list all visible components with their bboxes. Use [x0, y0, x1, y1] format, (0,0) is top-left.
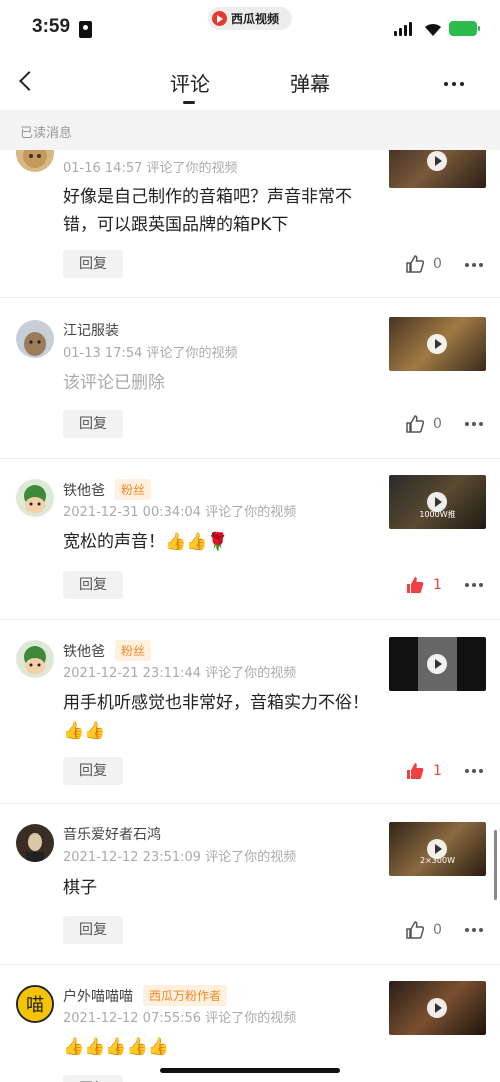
battery-charging-icon: [449, 21, 480, 36]
comment-text: 用手机听感觉也非常好，音箱实力不俗！👍👍: [63, 693, 369, 741]
list-item: 喵 户外喵喵喵 西瓜万粉作者 2021-12-12 07:55:56 评论了你的…: [0, 965, 500, 1082]
read-messages-header: 已读消息: [0, 110, 500, 150]
wifi-icon: [425, 23, 441, 36]
comment-meta: 2021-12-31 00:34:04 评论了你的视频: [63, 505, 297, 520]
avatar[interactable]: [16, 320, 54, 358]
list-item: 铁他爸 粉丝 2021-12-21 23:11:44 评论了你的视频 用手机听感…: [0, 620, 500, 803]
comment-meta: 01-16 14:57 评论了你的视频: [63, 161, 238, 176]
comment-meta: 2021-12-12 23:51:09 评论了你的视频: [63, 850, 297, 865]
fan-badge: 粉丝: [115, 640, 152, 661]
creator-badge: 西瓜万粉作者: [143, 985, 228, 1006]
avatar[interactable]: [16, 150, 54, 172]
reply-button[interactable]: 回复: [63, 410, 123, 438]
more-icon[interactable]: [465, 928, 483, 932]
video-thumbnail[interactable]: 2×300W: [389, 822, 486, 876]
comment-text: 棋子: [63, 878, 97, 898]
video-thumbnail[interactable]: [389, 317, 486, 371]
like-count: 0: [433, 416, 442, 432]
xigua-logo-icon: [212, 11, 227, 26]
back-arrow-icon[interactable]: [19, 71, 39, 91]
thumbnail-caption: 2×300W: [420, 856, 455, 865]
home-indicator[interactable]: [160, 1068, 340, 1073]
username[interactable]: 江记服装: [63, 320, 119, 340]
like-count: 1: [433, 577, 442, 593]
tab-comment[interactable]: 评论: [170, 68, 210, 104]
username[interactable]: 铁他爸: [63, 480, 105, 500]
svg-text:喵: 喵: [26, 995, 44, 1016]
reply-button[interactable]: 回复: [63, 250, 123, 278]
play-icon: [427, 654, 447, 674]
avatar[interactable]: [16, 824, 54, 862]
username[interactable]: 音乐爱好者石鸿: [63, 824, 161, 844]
avatar[interactable]: [16, 479, 54, 517]
comment-meta: 01-13 17:54 评论了你的视频: [63, 346, 238, 361]
like-count: 0: [433, 256, 442, 272]
cellular-signal-icon: [394, 22, 412, 36]
play-icon: [427, 334, 447, 354]
username[interactable]: 铁他爸: [63, 641, 105, 661]
more-icon[interactable]: [465, 769, 483, 773]
thumbs-up-icon: [406, 921, 425, 939]
more-icon[interactable]: [465, 422, 483, 426]
like-button[interactable]: 0: [405, 414, 442, 434]
list-item: 01-16 14:57 评论了你的视频 好像是自己制作的音箱吧？声音非常不错，可…: [0, 150, 500, 297]
reply-button[interactable]: 回复: [63, 757, 123, 785]
video-thumbnail[interactable]: [389, 150, 486, 188]
reply-button[interactable]: 回复: [63, 1075, 123, 1082]
top-nav: 评论 弹幕: [0, 58, 500, 110]
thumbs-up-icon: [406, 415, 425, 433]
more-icon[interactable]: [465, 583, 483, 587]
comment-text: 该评论已删除: [63, 373, 165, 393]
comment-text: 好像是自己制作的音箱吧？声音非常不错，可以跟英国品牌的箱PK下: [63, 187, 352, 235]
comment-meta: 2021-12-21 23:11:44 评论了你的视频: [63, 666, 297, 681]
like-count: 1: [433, 763, 442, 779]
list-item: 音乐爱好者石鸿 2021-12-12 23:51:09 评论了你的视频 棋子 回…: [0, 804, 500, 964]
fan-badge: 粉丝: [115, 479, 152, 500]
like-button[interactable]: 1: [405, 761, 442, 781]
like-count: 0: [433, 922, 442, 938]
video-thumbnail[interactable]: 1000W推: [389, 475, 486, 529]
avatar[interactable]: [16, 640, 54, 678]
like-button[interactable]: 1: [405, 575, 442, 595]
like-button[interactable]: 0: [405, 254, 442, 274]
comment-text: 宽松的声音！👍👍🌹: [63, 532, 229, 552]
more-options-icon[interactable]: [444, 82, 464, 86]
thumbnail-caption: 1000W推: [419, 510, 456, 519]
scroll-indicator[interactable]: [494, 830, 497, 900]
thumbs-up-filled-icon: [407, 763, 424, 779]
more-icon[interactable]: [465, 263, 483, 267]
thumbs-up-filled-icon: [407, 577, 424, 593]
reply-button[interactable]: 回复: [63, 571, 123, 599]
video-thumbnail[interactable]: [389, 981, 486, 1035]
thumbs-up-icon: [406, 255, 425, 273]
contact-card-icon: [79, 21, 92, 38]
video-thumbnail[interactable]: [389, 637, 486, 691]
status-bar: 3:59 西瓜视频: [0, 0, 500, 58]
reply-button[interactable]: 回复: [63, 916, 123, 944]
tab-danmaku[interactable]: 弹幕: [290, 68, 330, 97]
list-item: 铁他爸 粉丝 2021-12-31 00:34:04 评论了你的视频 宽松的声音…: [0, 459, 500, 619]
like-button[interactable]: 0: [405, 920, 442, 940]
username[interactable]: 户外喵喵喵: [63, 986, 133, 1006]
clock: 3:59: [32, 16, 71, 37]
app-name: 西瓜视频: [231, 12, 280, 26]
play-icon: [427, 998, 447, 1018]
comment-text: 👍👍👍👍👍: [63, 1037, 169, 1057]
list-item: 江记服装 01-13 17:54 评论了你的视频 该评论已删除 回复 0: [0, 298, 500, 458]
return-to-app-pill[interactable]: 西瓜视频: [208, 7, 292, 30]
comment-meta: 2021-12-12 07:55:56 评论了你的视频: [63, 1011, 297, 1026]
avatar[interactable]: 喵: [16, 985, 54, 1023]
play-icon: [427, 151, 447, 171]
